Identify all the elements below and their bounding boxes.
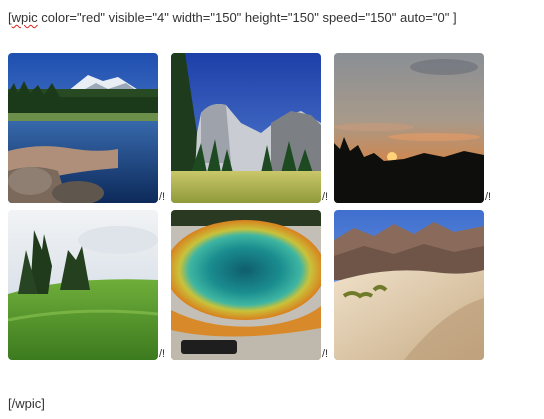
hot-spring-pool-image	[171, 210, 321, 360]
green-hill-trees-image	[8, 210, 158, 360]
gallery-image-forest-sunset[interactable]	[334, 53, 484, 203]
gallery-image-half-dome-meadow[interactable]	[171, 53, 321, 203]
mountain-lake-image	[8, 53, 158, 203]
gallery-image-mountain-lake[interactable]	[8, 53, 158, 203]
image-suffix-text: /!	[322, 348, 329, 360]
editor-content[interactable]: [wpic color="red" visible="4" width="150…	[0, 0, 544, 419]
desert-dunes-image	[334, 210, 484, 360]
image-suffix-text: /!	[322, 191, 329, 203]
forest-sunset-image	[334, 53, 484, 203]
gallery-image-green-hill-trees[interactable]	[8, 210, 158, 360]
shortcode-close-line: [/wpic]	[8, 396, 45, 411]
half-dome-meadow-image	[171, 53, 321, 203]
shortcode-attributes: color="red" visible="4" width="150" heig…	[37, 10, 457, 25]
gallery-image-desert-dunes[interactable]	[334, 210, 484, 360]
shortcode-tag-misspelled: wpic	[11, 10, 38, 25]
image-suffix-text: /!	[159, 348, 166, 360]
image-suffix-text: /!	[159, 191, 166, 203]
shortcode-open-line: [wpic color="red" visible="4" width="150…	[8, 10, 457, 26]
image-suffix-text: /!	[485, 191, 492, 203]
gallery-image-hot-spring-pool[interactable]	[171, 210, 321, 360]
